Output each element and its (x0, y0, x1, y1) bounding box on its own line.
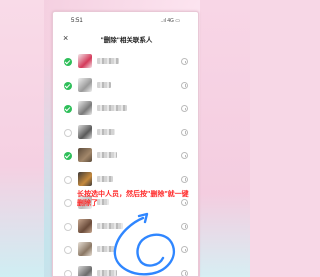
avatar (78, 101, 92, 115)
contact-name-blurred (97, 58, 119, 64)
page-title: "删除"相关联系人 (100, 37, 153, 44)
status-bar: 5:51 ..ıl 4G ▭ (53, 12, 198, 28)
unchecked-checkbox[interactable] (64, 222, 72, 231)
contact-name-blurred (97, 105, 127, 111)
checked-checkbox[interactable] (64, 105, 72, 113)
avatar (78, 77, 92, 92)
avatar (78, 124, 92, 139)
avatar (78, 218, 92, 233)
avatar (78, 265, 92, 276)
contact-name-blurred (97, 175, 113, 182)
contact-name-blurred (97, 81, 111, 88)
info-icon[interactable] (181, 175, 188, 183)
unchecked-checkbox[interactable] (64, 246, 72, 254)
info-icon[interactable] (181, 58, 188, 65)
phone-screenshot: 5:51 ..ıl 4G ▭ × "删除"相关联系人 长按选中人员，然后按"删除… (52, 11, 199, 277)
contact-row[interactable] (53, 144, 198, 168)
instruction-annotation: 长按选中人员，然后按"删除"就一键删除了 (77, 191, 189, 207)
contact-row[interactable] (53, 168, 198, 192)
contact-row[interactable] (53, 97, 198, 121)
unchecked-checkbox[interactable] (64, 175, 72, 184)
info-icon[interactable] (181, 81, 188, 89)
status-indicators: ..ıl 4G ▭ (160, 18, 180, 24)
avatar (78, 54, 92, 68)
unchecked-checkbox[interactable] (64, 199, 72, 207)
info-icon[interactable] (181, 105, 188, 112)
avatar (78, 171, 92, 186)
hand-drawn-circle-icon (113, 212, 176, 276)
info-icon[interactable] (181, 128, 188, 136)
unchecked-checkbox[interactable] (64, 269, 72, 276)
checked-checkbox[interactable] (64, 81, 72, 90)
checked-checkbox[interactable] (64, 58, 72, 66)
info-icon[interactable] (181, 152, 188, 159)
contact-row[interactable] (53, 121, 198, 145)
swirl-stroke (113, 216, 176, 276)
contact-name-blurred (97, 128, 115, 135)
nav-bar: × "删除"相关联系人 (53, 30, 198, 48)
unchecked-checkbox[interactable] (64, 128, 72, 137)
contact-row[interactable] (53, 74, 198, 98)
status-time: 5:51 (71, 18, 83, 24)
decorative-border-left (0, 0, 44, 277)
checked-checkbox[interactable] (64, 152, 72, 160)
avatar (78, 242, 92, 256)
avatar (78, 148, 92, 162)
contact-name-blurred (97, 152, 117, 158)
decorative-border-right (200, 0, 250, 277)
contact-row[interactable] (53, 50, 198, 74)
